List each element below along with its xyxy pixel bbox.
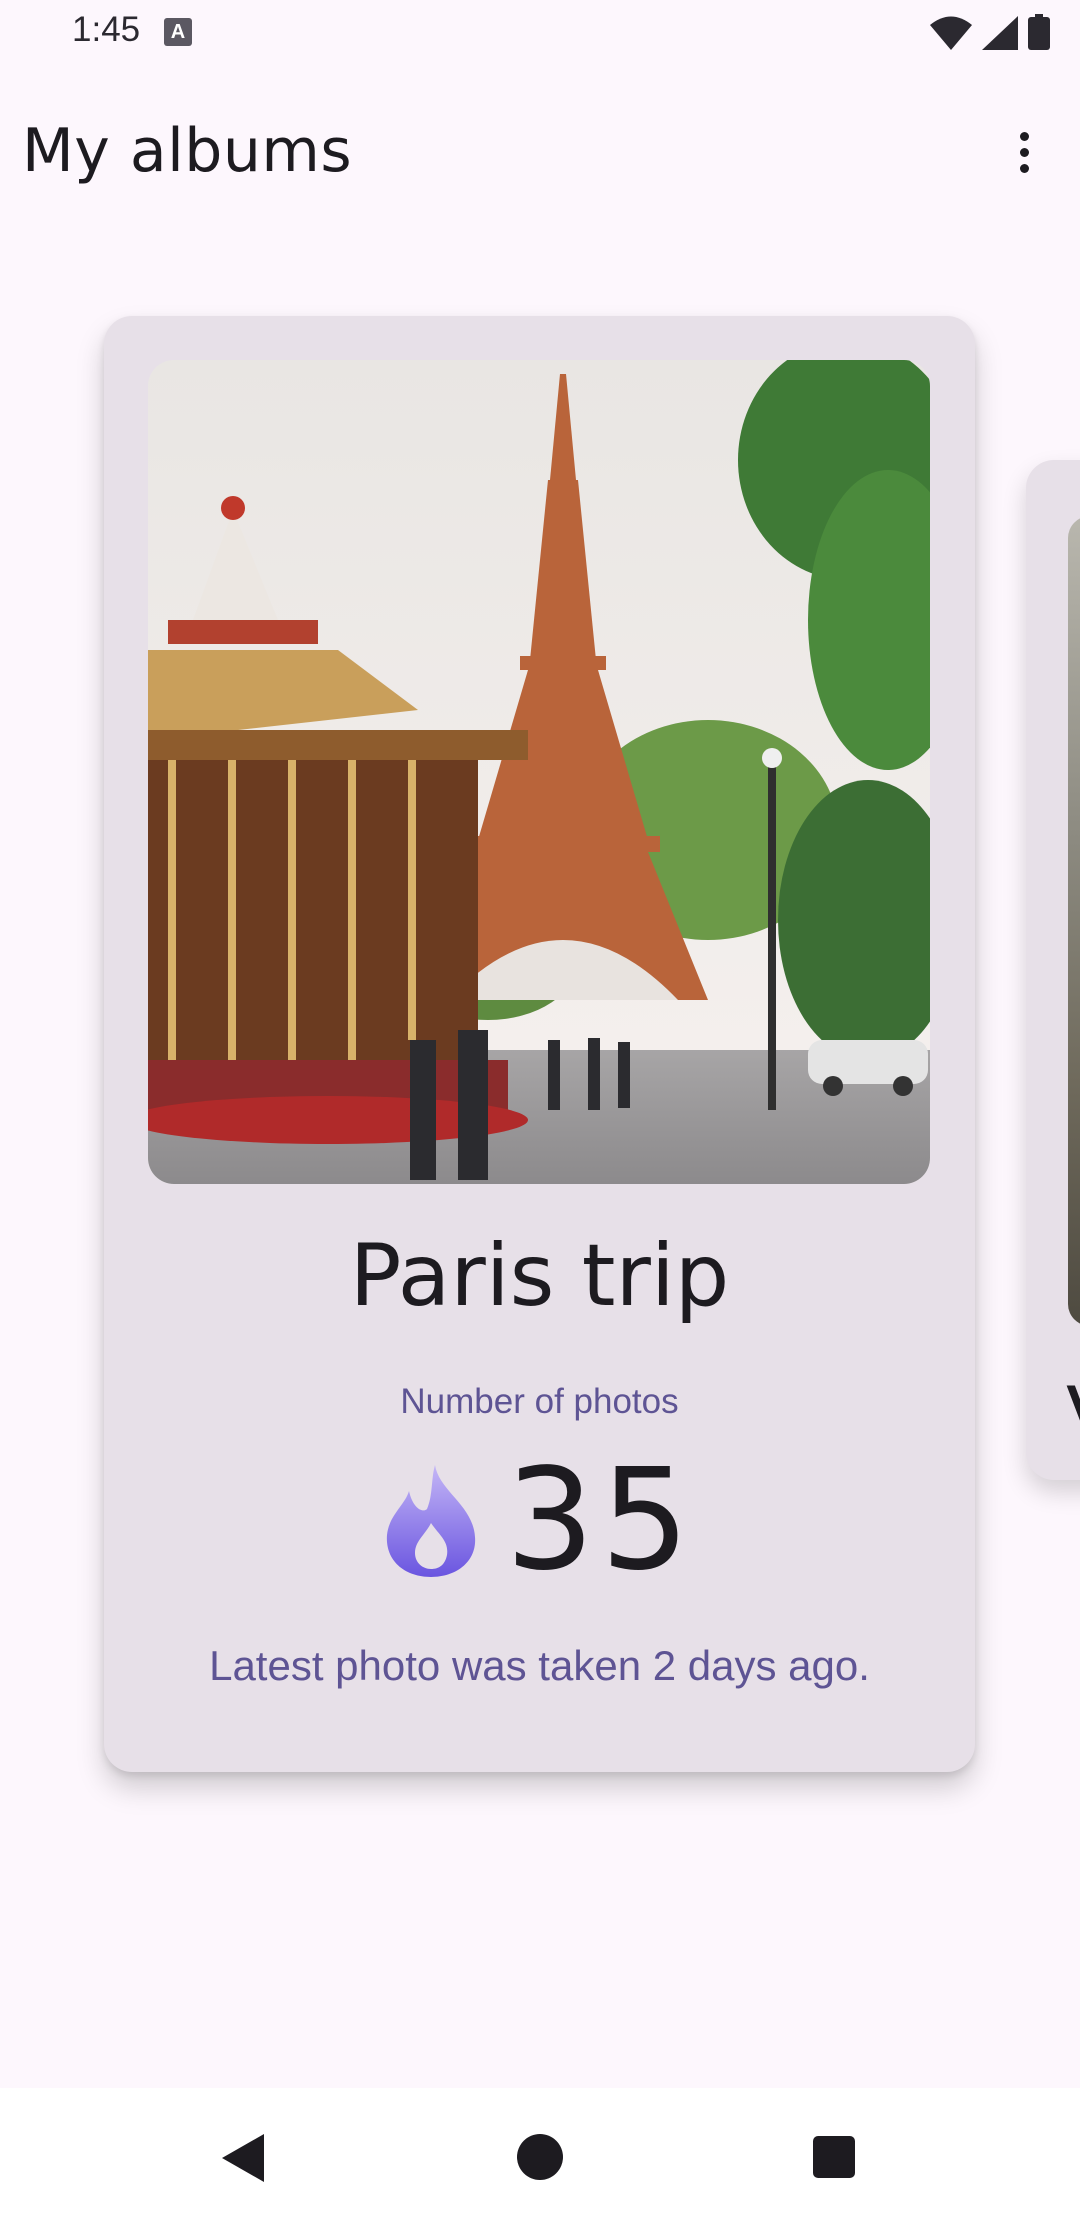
more-vert-icon[interactable]	[996, 124, 1052, 180]
app-bar: My albums	[0, 96, 1080, 208]
next-album-card[interactable]: V	[1026, 460, 1080, 1480]
system-nav-bar	[0, 2088, 1080, 2220]
battery-icon	[1028, 14, 1050, 50]
flame-icon	[387, 1465, 476, 1577]
screen: 1:45 A My albums Paris trip Number of ph…	[0, 0, 1080, 2220]
menu-dot	[1019, 131, 1029, 141]
home-icon[interactable]	[517, 2134, 563, 2180]
recents-icon[interactable]	[813, 2136, 855, 2178]
menu-dot	[1019, 147, 1029, 157]
album-card[interactable]: Paris trip Number of photos 35 Latest ph…	[104, 316, 975, 1772]
photo-count-value: 35	[505, 1439, 696, 1602]
next-album-cover-image	[1068, 516, 1080, 1326]
wifi-icon	[930, 16, 972, 50]
eiffel-tower-photo	[148, 360, 930, 1184]
status-time: 1:45	[72, 10, 141, 49]
page-title: My albums	[22, 116, 353, 186]
photo-count-row: 35	[104, 1446, 975, 1596]
menu-dot	[1019, 163, 1029, 173]
status-icons	[930, 14, 1050, 50]
album-cover-image	[148, 360, 930, 1184]
signal-icon	[982, 16, 1018, 50]
album-title: Paris trip	[349, 1226, 730, 1326]
notification-a-icon: A	[164, 18, 192, 46]
status-bar: 1:45 A	[0, 0, 1080, 64]
next-album-title: V	[1066, 1370, 1080, 1463]
back-icon[interactable]	[222, 2134, 264, 2182]
photo-count-label: Number of photos	[400, 1382, 679, 1421]
latest-photo-text: Latest photo was taken 2 days ago.	[209, 1642, 870, 1689]
